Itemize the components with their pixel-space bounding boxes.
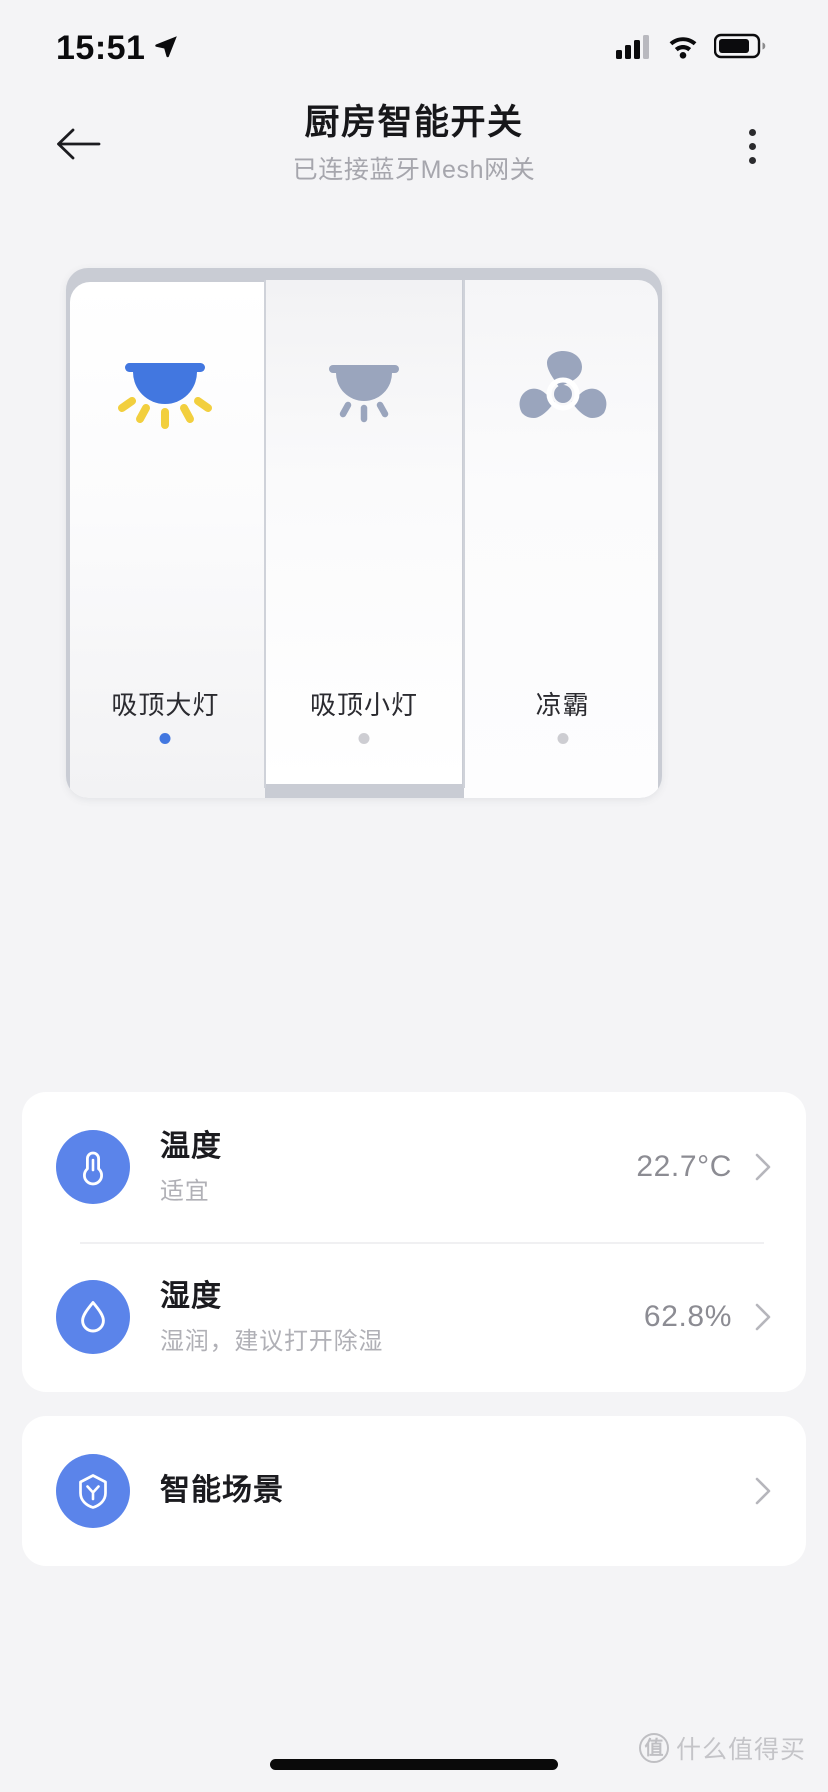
smart-scene-text-group: 智能场景 bbox=[160, 1472, 754, 1510]
switch-key-content: 吸顶小灯 bbox=[265, 268, 464, 798]
sensor-value: 62.8% bbox=[643, 1300, 732, 1333]
home-indicator[interactable] bbox=[270, 1759, 558, 1770]
switch-key-3[interactable]: 凉霸 bbox=[463, 268, 662, 798]
watermark: 值 什么值得买 bbox=[638, 1730, 806, 1766]
switch-key-label: 凉霸 bbox=[535, 690, 590, 720]
sensor-row-temperature[interactable]: 温度 适宜 22.7°C bbox=[22, 1092, 806, 1244]
smart-scene-row[interactable]: 智能场景 bbox=[22, 1416, 806, 1566]
cellular-signal-icon bbox=[616, 33, 652, 64]
page-title: 厨房智能开关 bbox=[304, 103, 524, 142]
switch-key-label: 吸顶小灯 bbox=[310, 690, 419, 720]
switch-panel: 吸顶大灯 吸顶小灯 凉霸 bbox=[66, 268, 662, 798]
status-bar-right bbox=[616, 33, 766, 64]
sensor-card: 温度 适宜 22.7°C 湿度 湿润，建议打开除湿 62.8% bbox=[22, 1092, 806, 1392]
switch-panel-keys: 吸顶大灯 吸顶小灯 凉霸 bbox=[66, 268, 662, 798]
sensor-text-group: 温度 适宜 bbox=[160, 1128, 636, 1207]
water-drop-icon bbox=[56, 1280, 130, 1354]
chevron-right-icon bbox=[754, 1152, 772, 1182]
switch-key-1[interactable]: 吸顶大灯 bbox=[66, 268, 265, 798]
switch-key-content: 吸顶大灯 bbox=[66, 268, 265, 798]
sensor-text-group: 湿度 湿润，建议打开除湿 bbox=[160, 1278, 644, 1357]
connection-status: 已连接蓝牙Mesh网关 bbox=[292, 155, 536, 184]
status-bar-left: 15:51 bbox=[56, 29, 179, 68]
sensor-title: 温度 bbox=[160, 1129, 222, 1163]
nav-bar: 厨房智能开关 已连接蓝牙Mesh网关 bbox=[0, 96, 828, 204]
nav-title-group: 厨房智能开关 已连接蓝牙Mesh网关 bbox=[0, 96, 828, 186]
sensor-subtitle: 湿润，建议打开除湿 bbox=[160, 1328, 384, 1356]
status-time: 15:51 bbox=[56, 28, 146, 67]
sensor-value: 22.7°C bbox=[636, 1150, 732, 1183]
switch-key-2[interactable]: 吸顶小灯 bbox=[265, 268, 464, 798]
more-vertical-icon bbox=[748, 156, 756, 164]
switch-key-state-dot bbox=[557, 733, 569, 744]
more-vertical-icon bbox=[748, 142, 756, 150]
switch-key-label: 吸顶大灯 bbox=[111, 690, 220, 720]
shield-scene-icon bbox=[56, 1454, 130, 1528]
switch-key-content: 凉霸 bbox=[463, 268, 662, 798]
switch-key-state-dot bbox=[358, 733, 370, 744]
battery-icon bbox=[713, 33, 766, 64]
switch-key-state-dot bbox=[159, 733, 171, 744]
sensor-subtitle: 适宜 bbox=[160, 1178, 210, 1206]
ceiling-lamp-icon bbox=[305, 346, 423, 438]
chevron-right-icon bbox=[754, 1302, 772, 1332]
location-arrow-icon bbox=[153, 33, 179, 64]
device-detail-screen: 15:51 厨房智能开关 已连接蓝牙Mesh网关 吸顶大灯 吸顶小灯 凉霸 温度… bbox=[0, 0, 828, 1792]
wifi-icon bbox=[666, 33, 700, 64]
watermark-text: 什么值得买 bbox=[675, 1736, 806, 1764]
more-options-button[interactable] bbox=[716, 110, 788, 182]
more-vertical-icon bbox=[748, 128, 756, 136]
smart-scene-card: 智能场景 bbox=[22, 1416, 806, 1566]
sensor-title: 湿度 bbox=[160, 1279, 222, 1313]
chevron-right-icon bbox=[754, 1476, 772, 1506]
smart-scene-title: 智能场景 bbox=[160, 1474, 284, 1508]
fan-icon bbox=[504, 346, 622, 438]
watermark-badge: 值 bbox=[638, 1733, 669, 1763]
status-bar: 15:51 bbox=[0, 0, 828, 96]
ceiling-lamp-icon bbox=[106, 346, 224, 438]
thermometer-icon bbox=[56, 1130, 130, 1204]
sensor-row-humidity[interactable]: 湿度 湿润，建议打开除湿 62.8% bbox=[22, 1242, 806, 1392]
